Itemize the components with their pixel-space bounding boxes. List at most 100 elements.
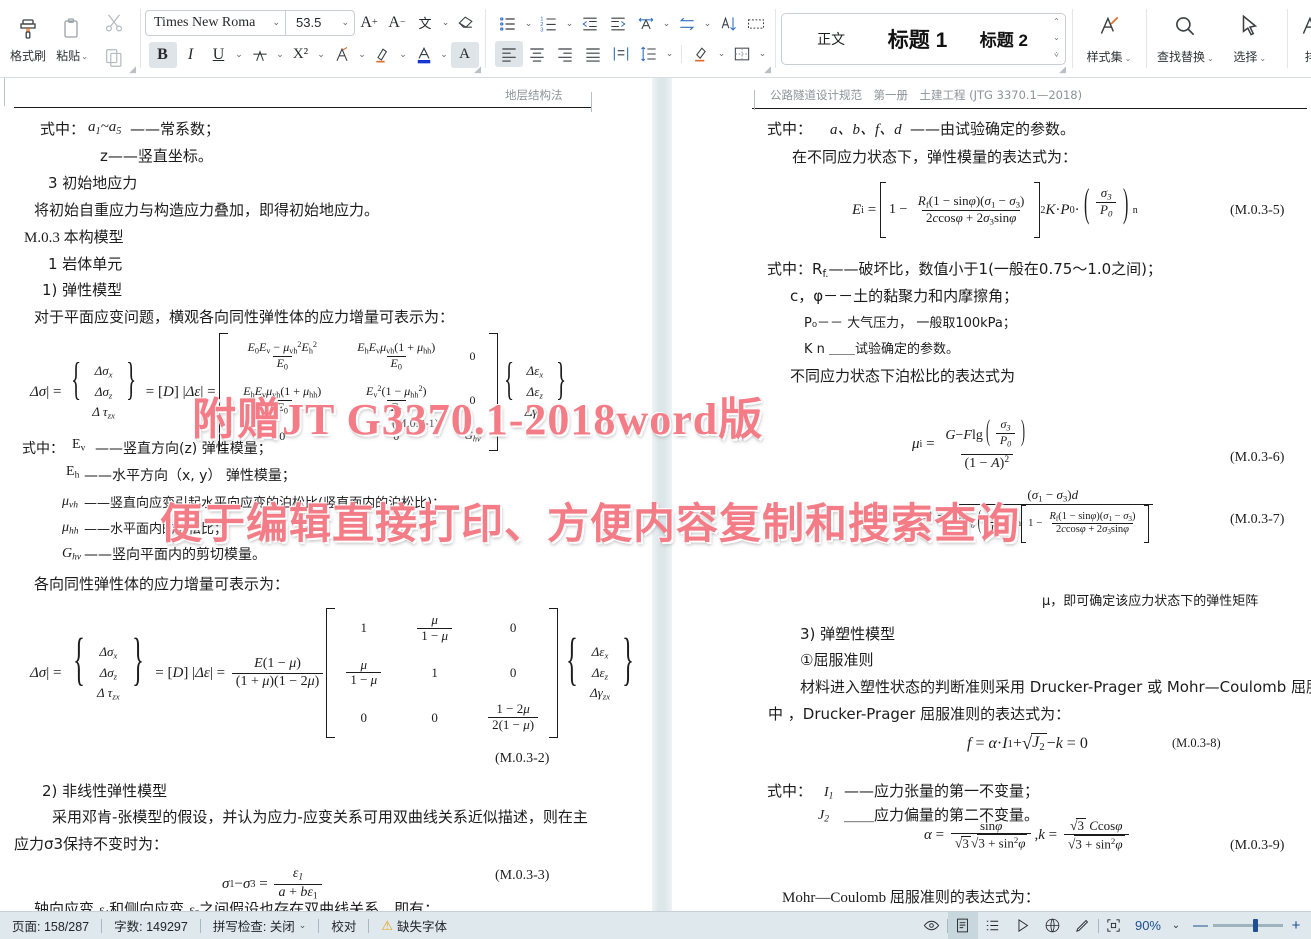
document-canvas[interactable]: 地层结构法 式中： a1~a5 ——常系数； z——竖直坐标。 3 初始地应力 … — [0, 78, 1311, 911]
align-justify-button[interactable] — [579, 41, 607, 67]
chevron-down-icon[interactable]: ⌄ — [397, 42, 410, 68]
decrease-indent-button[interactable] — [576, 11, 604, 37]
status-word-count[interactable]: 字数: 149297 — [102, 912, 200, 939]
status-missing-font[interactable]: ⚠ 缺失字体 — [369, 912, 459, 939]
zoom-slider-knob[interactable] — [1253, 919, 1258, 932]
find-replace-button[interactable]: 查找替换⌄ — [1152, 8, 1219, 70]
font-size-combo[interactable]: 53.5 ⌄ — [285, 10, 355, 36]
highlight-button[interactable] — [369, 42, 397, 68]
page-right[interactable]: 公路隧道设计规范 第一册 土建工程 (JTG 3370.1—2018) 式中： … — [672, 78, 1311, 911]
chevron-down-icon[interactable]: ⌄ — [341, 17, 349, 28]
status-page-indicator[interactable]: 页面: 158/287 — [0, 912, 101, 939]
equation-number: (M.0.3-6) — [1230, 450, 1284, 466]
zoom-slider-track[interactable] — [1213, 924, 1283, 927]
chevron-down-icon[interactable]: ⌄ — [715, 41, 728, 67]
superscript-button[interactable]: X² — [287, 42, 315, 68]
bold-button[interactable]: B — [149, 42, 177, 68]
font-dialog-launcher[interactable]: ◢ — [474, 65, 481, 74]
outline-view-icon[interactable] — [978, 912, 1008, 939]
text-effects-button[interactable] — [328, 42, 356, 68]
copy-button[interactable] — [103, 47, 125, 74]
status-spellcheck[interactable]: 拼写检查: 关闭 ⌄ — [201, 912, 319, 939]
bullets-button[interactable] — [494, 11, 522, 37]
clipboard-dialog-launcher[interactable]: ◢ — [129, 65, 136, 74]
chevron-down-icon[interactable]: ⌄ — [272, 17, 280, 28]
font-color-button[interactable] — [410, 42, 438, 68]
show-marks-button[interactable] — [742, 11, 770, 37]
sort-button[interactable] — [714, 11, 742, 37]
status-proofread[interactable]: 校对 — [319, 912, 368, 939]
page-left[interactable]: 地层结构法 式中： a1~a5 ——常系数； z——竖直坐标。 3 初始地应力 … — [0, 78, 652, 911]
underline-button[interactable]: U — [205, 42, 233, 68]
italic-button[interactable]: I — [177, 42, 205, 68]
cut-button[interactable] — [103, 12, 125, 39]
format-painter-button[interactable]: 格式刷 — [6, 8, 50, 70]
read-view-icon[interactable] — [917, 912, 947, 939]
equation-poisson-ratio: μi = G − Flg ( σ3P0 ) (1 − A)2 — [912, 418, 1035, 472]
increase-indent-button[interactable] — [604, 11, 632, 37]
style-set-button[interactable]: 样式集⌄ — [1078, 8, 1140, 70]
presentation-view-icon[interactable] — [1008, 912, 1038, 939]
style-item-normal[interactable]: 正文 — [788, 14, 874, 64]
chevron-down-icon[interactable]: ⌄ — [233, 42, 246, 68]
select-button[interactable]: 选择⌄ — [1219, 8, 1281, 70]
paragraph-dialog-launcher[interactable]: ◢ — [764, 65, 771, 74]
zoom-level-label[interactable]: 90% — [1129, 918, 1167, 933]
chevron-down-icon[interactable]: ⌄ — [1125, 54, 1132, 63]
doc-line: ——水平面内的泊松比； — [84, 518, 227, 537]
style-item-heading2[interactable]: 标题 2 — [961, 14, 1047, 64]
chevron-down-icon[interactable]: ⌄ — [438, 42, 451, 68]
zoom-in-button[interactable]: + — [1289, 917, 1303, 934]
chevron-down-icon[interactable]: ⌄ — [756, 41, 769, 67]
shrink-font-button[interactable]: A− — [383, 10, 411, 36]
paste-button[interactable]: 粘贴⌄ — [50, 8, 94, 70]
chevron-down-icon[interactable]: ⌄ — [299, 920, 307, 931]
asian-layout-button[interactable] — [632, 11, 660, 37]
grow-font-button[interactable]: A+ — [355, 10, 383, 36]
align-center-button[interactable] — [523, 41, 551, 67]
chevron-down-icon[interactable]: ⌄ — [439, 10, 452, 36]
fullscreen-icon[interactable] — [1099, 912, 1129, 939]
gallery-scroll-up-icon[interactable]: ⌃ — [1053, 18, 1060, 26]
align-left-button[interactable] — [495, 41, 523, 67]
chevron-down-icon[interactable]: ⌄ — [315, 42, 328, 68]
chevron-down-icon[interactable]: ⌄ — [81, 52, 88, 61]
equation-isotropic-matrix: Δσ| = { Δσx Δσz Δ τzx } = [ D ] | Δε | =… — [30, 608, 642, 738]
zoom-out-button[interactable]: — — [1193, 917, 1207, 934]
margin-tick — [4, 78, 5, 106]
chevron-down-icon[interactable]: ⌄ — [1259, 54, 1266, 63]
numbering-button[interactable]: 1 2 3 — [535, 11, 563, 37]
chevron-down-icon[interactable]: ⌄ — [274, 42, 287, 68]
styles-dialog-launcher[interactable]: ◢ — [1059, 65, 1066, 74]
web-view-icon[interactable] — [1038, 912, 1068, 939]
gallery-scroll-down-icon[interactable]: ⌄ — [1053, 34, 1060, 42]
equation-number: (M.0.3-8) — [1172, 736, 1221, 751]
shading-button[interactable] — [687, 41, 715, 67]
align-right-button[interactable] — [551, 41, 579, 67]
math-inline-Ghv: Ghv — [62, 546, 81, 563]
chevron-down-icon[interactable]: ⌄ — [522, 11, 535, 37]
annotate-icon[interactable] — [1068, 912, 1098, 939]
text-direction-button[interactable] — [673, 11, 701, 37]
style-item-heading1[interactable]: 标题 1 — [874, 14, 960, 64]
equation-hyperbolic-stress: σ1 − σ3 = ε1 a + bε1 — [222, 866, 325, 902]
pinyin-guide-button[interactable]: 文 — [411, 10, 439, 36]
chevron-down-icon[interactable]: ⌄ — [563, 11, 576, 37]
chevron-down-icon[interactable]: ⌄ — [1167, 912, 1185, 939]
chevron-down-icon[interactable]: ⌄ — [356, 42, 369, 68]
zoom-slider[interactable]: — + — [1185, 917, 1311, 934]
line-spacing-button[interactable] — [635, 41, 663, 67]
clear-format-button[interactable] — [452, 10, 480, 36]
distribute-button[interactable] — [607, 41, 635, 67]
arrange-button[interactable]: 排 — [1293, 8, 1311, 70]
chevron-down-icon[interactable]: ⌄ — [1207, 54, 1214, 63]
doc-line: 式中： — [767, 118, 812, 139]
page-view-icon[interactable] — [948, 912, 978, 939]
gallery-expand-icon[interactable]: ⩒ — [1054, 51, 1059, 59]
chevron-down-icon[interactable]: ⌄ — [701, 11, 714, 37]
chevron-down-icon[interactable]: ⌄ — [663, 41, 676, 67]
chevron-down-icon[interactable]: ⌄ — [660, 11, 673, 37]
borders-button[interactable] — [728, 41, 756, 67]
font-family-combo[interactable]: Times New Roma ⌄ — [145, 10, 285, 36]
strikethrough-button[interactable] — [246, 42, 274, 68]
